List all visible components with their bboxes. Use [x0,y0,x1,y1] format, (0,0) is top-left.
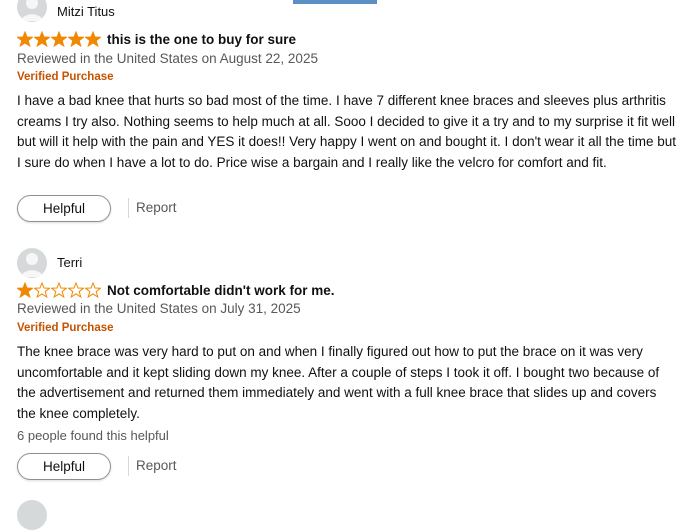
review-title[interactable]: this is the one to buy for sure [107,32,296,47]
star-rating [17,31,101,47]
star-filled-icon [17,282,33,298]
review-item: Terri Not comfortable didn't work for me… [17,248,677,498]
star-filled-icon [34,31,50,47]
verified-purchase-badge: Verified Purchase [17,322,114,334]
star-filled-icon [17,31,33,47]
star-empty-icon [85,282,101,298]
review-date: Reviewed in the United States on August … [17,51,318,66]
report-link[interactable]: Report [136,200,177,215]
user-icon [21,0,43,21]
avatar[interactable] [17,0,47,22]
helpful-button[interactable]: Helpful [17,195,111,222]
review-date: Reviewed in the United States on July 31… [17,301,301,316]
avatar[interactable] [17,500,47,530]
star-filled-icon [68,31,84,47]
star-filled-icon [51,31,67,47]
review-body: The knee brace was very hard to put on a… [17,344,660,421]
divider [128,198,129,218]
avatar[interactable] [17,248,47,278]
helpful-count: 6 people found this helpful [17,428,169,443]
star-rating [17,282,101,298]
divider [128,456,129,476]
review-body: I have a bad knee that hurts so bad most… [17,93,676,170]
review-title[interactable]: Not comfortable didn't work for me. [107,283,334,298]
user-icon [21,253,43,277]
star-empty-icon [51,282,67,298]
star-filled-icon [85,31,101,47]
report-link[interactable]: Report [136,458,177,473]
reviewer-name[interactable]: Mitzi Titus [57,4,115,19]
verified-purchase-badge: Verified Purchase [17,71,114,83]
star-empty-icon [68,282,84,298]
star-empty-icon [34,282,50,298]
reviewer-name[interactable]: Terri [57,255,82,270]
helpful-button[interactable]: Helpful [17,453,111,480]
review-item: Mitzi Titus this is the one to buy for s… [17,0,677,230]
